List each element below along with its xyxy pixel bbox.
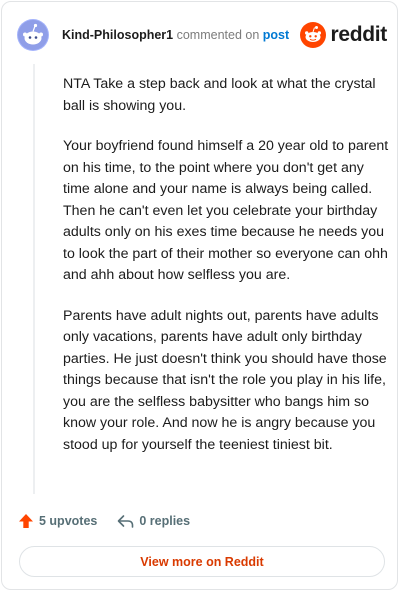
reply-count: 0 replies [139, 514, 191, 528]
thread-line [33, 64, 35, 494]
comment-paragraph: Your boyfriend found himself a 20 year o… [63, 138, 389, 283]
view-more-button[interactable]: View more on Reddit [19, 546, 385, 577]
snoo-avatar-icon[interactable] [17, 19, 49, 51]
comment-header: Kind-Philosopher1 commented on post redd… [17, 16, 387, 56]
post-link[interactable]: post [263, 28, 289, 42]
comment-meta: Kind-Philosopher1 commented on post [62, 28, 289, 42]
comment-body: NTA Take a step back and look at what th… [63, 74, 391, 475]
upvote-count: 5 upvotes [39, 514, 98, 528]
username-link[interactable]: Kind-Philosopher1 [62, 28, 173, 42]
comment-action-text: commented on [176, 28, 260, 42]
embedded-comment-card: Kind-Philosopher1 commented on post redd… [1, 1, 398, 590]
upvote-button[interactable]: 5 upvotes [18, 513, 97, 529]
reddit-logo-icon [300, 22, 327, 48]
reddit-logo-text: reddit [330, 23, 387, 46]
comment-paragraph: Parents have adult nights out, parents h… [63, 307, 387, 453]
replies-button[interactable]: 0 replies [97, 514, 190, 529]
view-more-label: View more on Reddit [140, 554, 264, 569]
upvote-arrow-icon [19, 514, 33, 528]
reddit-logo[interactable]: reddit [300, 22, 387, 48]
comment-paragraph: NTA Take a step back and look at what th… [63, 76, 376, 114]
reply-arrow-icon [118, 514, 134, 528]
comment-actions: 5 upvotes 0 replies [18, 512, 190, 530]
